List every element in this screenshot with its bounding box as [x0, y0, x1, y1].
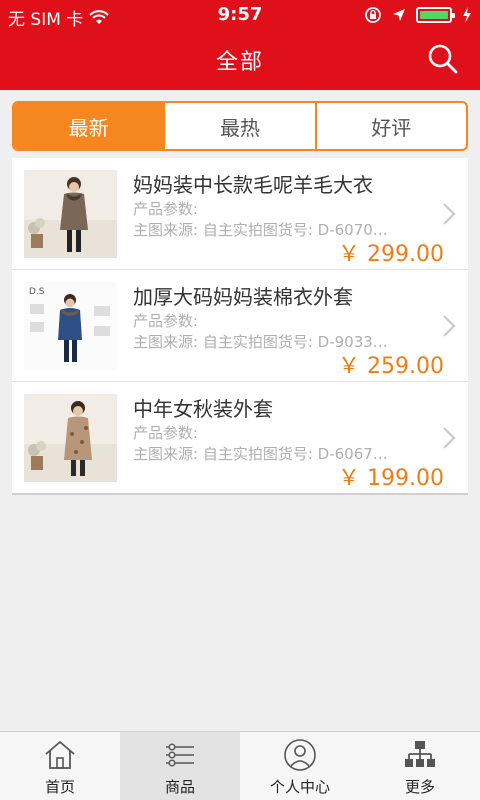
- tab-home[interactable]: 首页: [0, 732, 120, 800]
- charging-bolt-icon: [463, 7, 471, 23]
- tab-products[interactable]: 商品: [120, 732, 240, 800]
- tab-bar: 首页 商品 个人中心 更多: [0, 731, 480, 800]
- tab-more[interactable]: 更多: [360, 732, 480, 800]
- segment-hottest[interactable]: 最热: [163, 103, 314, 149]
- product-name: 妈妈装中长款毛呢羊毛大衣: [133, 173, 373, 197]
- tab-label: 首页: [44, 778, 75, 796]
- segment-newest[interactable]: 最新: [14, 103, 164, 149]
- segment-best-rated[interactable]: 好评: [314, 103, 466, 149]
- chevron-right-icon: [443, 427, 456, 449]
- product-image: D.S: [24, 282, 117, 370]
- tab-label: 更多: [404, 778, 435, 796]
- tab-label: 商品: [164, 778, 195, 796]
- battery-icon: [416, 7, 455, 23]
- product-price: ￥ 259.00: [338, 354, 444, 379]
- status-bar: 无 SIM 卡 9:57: [0, 0, 480, 30]
- tab-profile[interactable]: 个人中心: [240, 732, 360, 800]
- thumb-brand-text: D.S: [29, 287, 45, 297]
- location-arrow-icon: [393, 9, 405, 21]
- page-title: 全部: [215, 50, 264, 75]
- product-image: [24, 394, 117, 482]
- search-icon[interactable]: [426, 42, 460, 76]
- product-price: ￥ 299.00: [338, 242, 444, 267]
- nav-bar: 全部: [0, 30, 480, 90]
- product-price: ￥ 199.00: [338, 466, 444, 491]
- product-params: 产品参数:: [133, 312, 199, 330]
- orientation-lock-icon: [365, 7, 381, 23]
- user-icon: [284, 739, 316, 771]
- product-name: 中年女秋装外套: [133, 397, 273, 421]
- tab-label: 个人中心: [269, 778, 330, 796]
- chevron-right-icon: [443, 203, 456, 225]
- chevron-right-icon: [443, 315, 456, 337]
- home-icon: [45, 740, 75, 769]
- product-list: 妈妈装中长款毛呢羊毛大衣 产品参数: 主图来源: 自主实拍图货号: D-6070…: [12, 158, 468, 495]
- product-item[interactable]: 妈妈装中长款毛呢羊毛大衣 产品参数: 主图来源: 自主实拍图货号: D-6070…: [12, 158, 468, 270]
- product-params: 产品参数:: [133, 200, 199, 218]
- sitemap-icon: [405, 741, 435, 767]
- product-params: 产品参数:: [133, 424, 199, 442]
- product-name: 加厚大码妈妈装棉衣外套: [133, 285, 353, 309]
- product-item[interactable]: 中年女秋装外套 产品参数: 主图来源: 自主实拍图货号: D-6067… ￥ 1…: [12, 382, 468, 494]
- list-icon: [166, 743, 194, 767]
- product-image: [24, 170, 117, 258]
- sort-segmented-control: 最新 最热 好评: [12, 101, 468, 151]
- product-item[interactable]: D.S 加厚大码妈妈装棉衣外套 产品参数: 主图来源: 自主实拍图货号: D-9…: [12, 270, 468, 382]
